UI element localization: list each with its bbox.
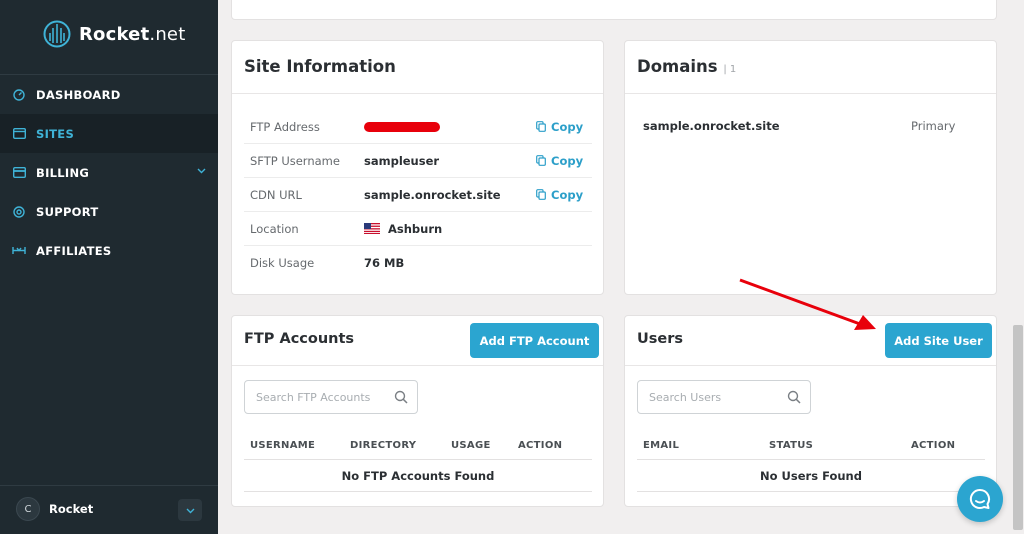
ftp-accounts-card: FTP Accounts Add FTP Account USERNAME DI… xyxy=(231,315,604,507)
rocket-logo-icon xyxy=(43,20,71,48)
location-value: Ashburn xyxy=(364,222,442,236)
copy-label: Copy xyxy=(551,153,584,168)
copy-sftp-username-button[interactable]: Copy xyxy=(536,154,583,168)
annotation-arrow xyxy=(739,278,876,330)
column-header-action: ACTION xyxy=(911,440,956,451)
card-divider xyxy=(625,365,996,366)
sidebar-item-sites[interactable]: SITES xyxy=(0,114,218,153)
add-site-user-button[interactable]: Add Site User xyxy=(885,323,992,358)
info-row-cdn-url: CDN URL sample.onrocket.site Copy xyxy=(244,178,592,212)
sidebar-item-support[interactable]: SUPPORT xyxy=(0,192,218,231)
sidebar-nav: DASHBOARD SITES BILLING SUPPORT AFFILIAT… xyxy=(0,75,218,270)
ftp-address-value xyxy=(364,121,440,132)
ftp-table-header: USERNAME DIRECTORY USAGE ACTION xyxy=(244,432,592,460)
copy-ftp-address-button[interactable]: Copy xyxy=(536,120,583,134)
sites-icon xyxy=(12,127,26,141)
us-flag-icon xyxy=(364,223,380,234)
copy-cdn-url-button[interactable]: Copy xyxy=(536,188,583,202)
ftp-search-box xyxy=(244,380,418,414)
column-header-usage[interactable]: USAGE xyxy=(451,440,491,451)
info-row-ftp-address: FTP Address Copy xyxy=(244,110,592,144)
users-search-input[interactable] xyxy=(638,390,768,404)
cdn-url-value: sample.onrocket.site xyxy=(364,187,501,202)
brand-name-main: Rocket xyxy=(79,23,150,45)
user-menu-toggle[interactable] xyxy=(178,499,202,521)
ftp-empty-message: No FTP Accounts Found xyxy=(244,460,592,492)
sidebar-item-label: BILLING xyxy=(36,165,90,180)
card-divider xyxy=(232,93,603,94)
copy-label: Copy xyxy=(551,119,584,134)
sidebar-item-label: SUPPORT xyxy=(36,204,99,219)
sidebar: Rocket.net DASHBOARD SITES BILLING SUPPO… xyxy=(0,0,218,534)
disk-usage-value: 76 MB xyxy=(364,256,405,270)
location-name: Ashburn xyxy=(388,221,443,236)
brand-name: Rocket.net xyxy=(79,24,185,45)
redaction-mark xyxy=(364,121,440,132)
sidebar-item-label: SITES xyxy=(36,126,75,141)
sidebar-item-affiliates[interactable]: AFFILIATES xyxy=(0,231,218,270)
affiliates-icon xyxy=(12,244,26,258)
avatar: C xyxy=(16,497,40,521)
domains-count: | 1 xyxy=(723,64,737,75)
info-label: SFTP Username xyxy=(250,153,340,168)
info-label: Location xyxy=(250,221,299,236)
card-divider xyxy=(232,365,603,366)
chat-icon xyxy=(969,488,991,509)
users-table-header: EMAIL STATUS ACTION xyxy=(637,432,985,460)
copy-icon xyxy=(536,121,546,132)
chevron-down-icon xyxy=(197,168,206,174)
top-card xyxy=(231,0,997,20)
info-label: FTP Address xyxy=(250,119,320,134)
dashboard-icon xyxy=(12,88,26,102)
sidebar-item-label: DASHBOARD xyxy=(36,87,121,102)
sidebar-item-label: AFFILIATES xyxy=(36,243,112,258)
sidebar-item-dashboard[interactable]: DASHBOARD xyxy=(0,75,218,114)
chat-button[interactable] xyxy=(957,476,1003,522)
search-icon[interactable] xyxy=(394,390,408,404)
card-divider xyxy=(625,93,996,94)
search-icon[interactable] xyxy=(787,390,801,404)
users-title: Users xyxy=(637,331,684,347)
scrollbar-thumb[interactable] xyxy=(1013,325,1023,530)
users-empty-message: No Users Found xyxy=(637,460,985,492)
domain-type: Primary xyxy=(911,119,956,133)
site-information-title: Site Information xyxy=(244,57,396,76)
billing-icon xyxy=(12,166,26,180)
info-label: CDN URL xyxy=(250,187,302,202)
site-information-card: Site Information FTP Address Copy SFTP U… xyxy=(231,40,604,295)
column-header-status[interactable]: STATUS xyxy=(769,440,813,451)
copy-label: Copy xyxy=(551,187,584,202)
brand-name-suffix: .net xyxy=(149,23,186,45)
domains-card: Domains | 1 sample.onrocket.site Primary xyxy=(624,40,997,295)
sidebar-divider xyxy=(0,485,218,486)
info-row-sftp-username: SFTP Username sampleuser Copy xyxy=(244,144,592,178)
copy-icon xyxy=(536,155,546,166)
ftp-search-input[interactable] xyxy=(245,390,375,404)
column-header-email[interactable]: EMAIL xyxy=(643,440,679,451)
ftp-accounts-title: FTP Accounts xyxy=(244,331,355,347)
users-card: Users Add Site User EMAIL STATUS ACTION … xyxy=(624,315,997,507)
domain-name: sample.onrocket.site xyxy=(643,119,780,133)
rocket-logo[interactable]: Rocket.net xyxy=(43,20,185,48)
copy-icon xyxy=(536,189,546,200)
domains-title-text: Domains xyxy=(637,57,718,76)
support-icon xyxy=(12,205,26,219)
sftp-username-value: sampleuser xyxy=(364,153,440,168)
user-name: Rocket xyxy=(49,502,94,516)
chevron-down-icon xyxy=(186,508,194,513)
column-header-action: ACTION xyxy=(518,440,563,451)
column-header-directory[interactable]: DIRECTORY xyxy=(350,440,416,451)
add-ftp-account-button[interactable]: Add FTP Account xyxy=(470,323,599,358)
user-menu[interactable]: C Rocket xyxy=(16,497,93,521)
domains-title: Domains | 1 xyxy=(637,57,736,76)
info-row-location: Location Ashburn xyxy=(244,212,592,246)
users-search-box xyxy=(637,380,811,414)
sidebar-item-billing[interactable]: BILLING xyxy=(0,153,218,192)
info-row-disk-usage: Disk Usage 76 MB xyxy=(244,246,592,280)
domain-row[interactable]: sample.onrocket.site Primary xyxy=(643,119,983,133)
info-label: Disk Usage xyxy=(250,256,315,270)
column-header-username[interactable]: USERNAME xyxy=(250,440,315,451)
